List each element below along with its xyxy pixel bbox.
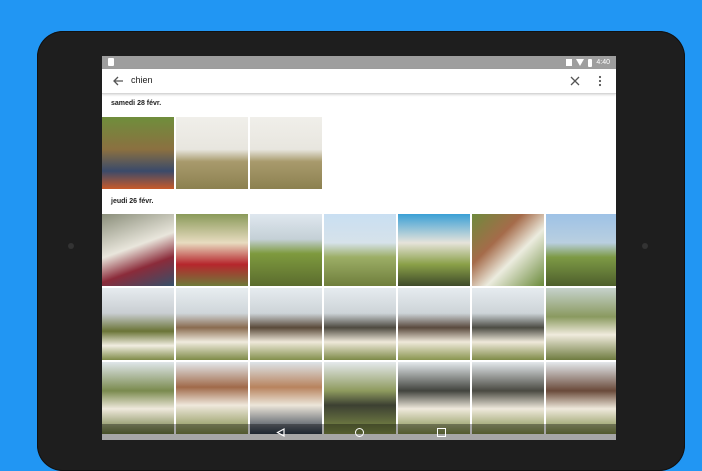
status-bar: 4:40 [102, 56, 616, 69]
photo-thumbnail[interactable] [102, 214, 174, 286]
app-screen: 4:40 chien samedi 28 févr. jeudi 26 févr… [102, 56, 616, 440]
search-bar[interactable]: chien [102, 69, 616, 94]
tablet-sensor-left [68, 243, 74, 249]
clear-search-icon[interactable] [569, 75, 581, 87]
photo-thumbnail[interactable] [546, 214, 616, 286]
photo-thumbnail[interactable] [546, 288, 616, 360]
notification-icon [108, 58, 114, 66]
search-input[interactable]: chien [131, 75, 153, 85]
photo-thumbnail[interactable] [102, 117, 174, 189]
date-header: jeudi 26 févr. [111, 198, 154, 205]
photo-thumbnail[interactable] [176, 117, 248, 189]
photo-thumbnail[interactable] [176, 214, 248, 286]
photo-thumbnail[interactable] [250, 288, 322, 360]
photo-thumbnail[interactable] [102, 288, 174, 360]
nav-recents-icon[interactable] [437, 428, 446, 437]
back-arrow-icon[interactable] [111, 74, 125, 88]
status-time: 4:40 [596, 59, 610, 66]
photo-thumbnail[interactable] [324, 288, 396, 360]
battery-icon [588, 58, 593, 67]
wifi-icon [576, 59, 585, 66]
photo-thumbnail[interactable] [250, 117, 322, 189]
nav-home-icon[interactable] [355, 428, 364, 437]
photo-thumbnail[interactable] [472, 288, 544, 360]
photo-thumbnail[interactable] [250, 214, 322, 286]
nav-back-icon[interactable] [276, 428, 285, 437]
photo-thumbnail[interactable] [398, 214, 470, 286]
photo-thumbnail[interactable] [176, 288, 248, 360]
more-options-icon[interactable] [596, 75, 604, 87]
vibrate-icon [566, 59, 573, 66]
tablet-sensor-right [642, 243, 648, 249]
navigation-bar [102, 424, 616, 440]
date-header: samedi 28 févr. [111, 100, 162, 107]
photo-thumbnail[interactable] [398, 288, 470, 360]
photo-thumbnail[interactable] [472, 214, 544, 286]
photo-thumbnail[interactable] [324, 214, 396, 286]
